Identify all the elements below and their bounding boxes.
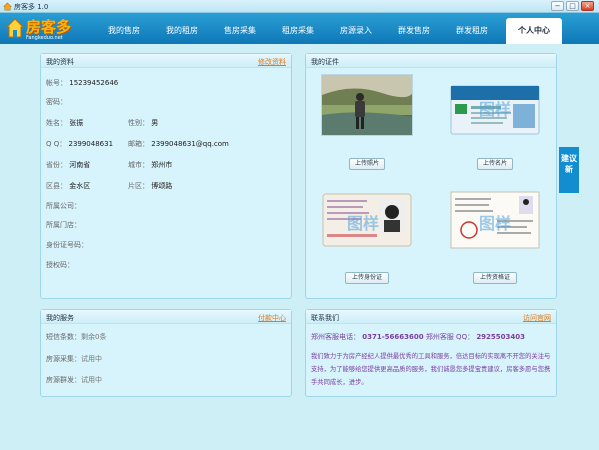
province-row: 省份： 河南省: [46, 160, 90, 170]
area-row: 片区： 博颂路: [128, 181, 172, 191]
sms-value: 剩余0条: [81, 333, 107, 341]
broadcast-value: 试用中: [81, 376, 102, 384]
payment-center-link[interactable]: 付款中心: [258, 313, 286, 323]
company-row: 所属公司：: [46, 201, 81, 211]
close-button[interactable]: ×: [581, 1, 594, 11]
documents-title: 我的证件: [311, 58, 339, 66]
logo-text: 房客多: [26, 18, 72, 36]
sms-label: 短信条数：: [46, 333, 81, 341]
tab-personal-center[interactable]: 个人中心: [506, 18, 562, 44]
district-label: 区县：: [46, 182, 67, 190]
qq-value: 2399048631: [68, 140, 114, 148]
broadcast-label: 房源群发：: [46, 376, 81, 384]
id-card-watermark: 图样: [347, 214, 380, 233]
edit-profile-link[interactable]: 修改资料: [258, 57, 286, 67]
tab-listing-entry[interactable]: 房源录入: [328, 18, 384, 44]
service-panel-header: 我的服务 付款中心: [41, 310, 291, 324]
profile-panel: 我的资料 修改资料 帐号： 15239452646 密码： 姓名： 张振 性别：…: [40, 53, 292, 299]
name-label: 姓名：: [46, 119, 67, 127]
documents-panel: 我的证件 上传照片 图样 上传名片 图样 上传身份证 图样 上传资格证: [305, 53, 557, 299]
province-value: 河南省: [69, 161, 91, 169]
tab-broadcast-rent[interactable]: 群发租房: [444, 18, 500, 44]
account-row: 帐号： 15239452646: [46, 78, 118, 88]
collect-row: 房源采集：试用中: [46, 354, 102, 364]
password-label: 密码：: [46, 98, 67, 106]
service-title: 我的服务: [46, 314, 74, 322]
visit-website-link[interactable]: 访问官网: [523, 313, 551, 323]
province-label: 省份：: [46, 161, 67, 169]
contact-panel-header: 联系我们 访问官网: [306, 310, 556, 324]
tab-sale-collect[interactable]: 售房采集: [212, 18, 268, 44]
profile-panel-header: 我的资料 修改资料: [41, 54, 291, 68]
district-row: 区县： 金水区: [46, 181, 90, 191]
qq-label: Q Q：: [46, 140, 67, 148]
email-row: 邮箱： 2399048631@qq.com: [128, 139, 229, 149]
area-value: 博颂路: [151, 182, 173, 190]
district-value: 金水区: [69, 182, 91, 190]
area-label: 片区：: [128, 182, 149, 190]
house-logo-icon: [6, 18, 24, 38]
city-value: 郑州市: [151, 161, 173, 169]
gender-row: 性别： 男: [128, 118, 158, 128]
contact-phone-row: 郑州客服电话： 0371-56663600 郑州客服 QQ： 292550340…: [311, 332, 525, 342]
contact-qq-label: 郑州客服 QQ：: [425, 333, 475, 341]
account-value: 15239452646: [69, 79, 119, 87]
tab-my-rent[interactable]: 我的租房: [154, 18, 210, 44]
window-title: 房客多 1.0: [14, 3, 49, 11]
password-row: 密码：: [46, 97, 67, 107]
upload-id-card-button[interactable]: 上传身份证: [345, 272, 389, 284]
logo: 房客多 Fangkeduo.net: [4, 16, 84, 42]
upload-business-card-button[interactable]: 上传名片: [477, 158, 513, 170]
personal-photo: [321, 74, 413, 136]
contact-panel: 联系我们 访问官网 郑州客服电话： 0371-56663600 郑州客服 QQ：…: [305, 309, 557, 397]
contact-qq-value: 2925503403: [476, 333, 526, 341]
contact-title: 联系我们: [311, 314, 339, 322]
qualification-cert-sample: 图样: [449, 190, 541, 250]
feedback-side-tab[interactable]: 建议新: [559, 147, 579, 193]
profile-title: 我的资料: [46, 58, 74, 66]
broadcast-row: 房源群发：试用中: [46, 375, 102, 385]
documents-panel-header: 我的证件: [306, 54, 556, 68]
cert-watermark: 图样: [479, 214, 512, 233]
id-card-sample: 图样: [321, 190, 413, 250]
auth-code-label: 授权码：: [46, 261, 74, 269]
email-value: 2399048631@qq.com: [151, 140, 229, 148]
qq-row: Q Q： 2399048631: [46, 139, 113, 149]
tab-my-sale[interactable]: 我的售房: [96, 18, 152, 44]
contact-description: 我们致力于为房产经纪人提供最优秀的工具和服务，倍达目标的实现离不开您的关注与支持…: [311, 353, 551, 386]
gender-label: 性别：: [128, 119, 149, 127]
tab-broadcast-sale[interactable]: 群发售房: [386, 18, 442, 44]
app-header: 房客多 Fangkeduo.net 我的售房 我的租房 售房采集 租房采集 房源…: [0, 13, 599, 44]
phone-value: 0371-56663600: [362, 333, 424, 341]
city-row: 城市： 郑州市: [128, 160, 172, 170]
store-label: 所属门店：: [46, 221, 81, 229]
service-panel: 我的服务 付款中心 短信条数：剩余0条 房源采集：试用中 房源群发：试用中: [40, 309, 292, 397]
account-label: 帐号：: [46, 79, 67, 87]
phone-label: 郑州客服电话：: [311, 333, 360, 341]
upload-qualification-button[interactable]: 上传资格证: [473, 272, 517, 284]
id-number-label: 身份证号码：: [46, 241, 88, 249]
gender-value: 男: [151, 119, 159, 127]
email-label: 邮箱：: [128, 140, 149, 148]
logo-subtext: Fangkeduo.net: [26, 35, 63, 41]
minimize-button[interactable]: −: [551, 1, 564, 11]
business-card-sample: 图样: [449, 82, 541, 138]
collect-value: 试用中: [81, 355, 102, 363]
store-row: 所属门店：: [46, 220, 81, 230]
tab-rent-collect[interactable]: 租房采集: [270, 18, 326, 44]
auth-code-row: 授权码：: [46, 260, 74, 270]
app-icon: [3, 2, 12, 11]
city-label: 城市：: [128, 161, 149, 169]
upload-photo-button[interactable]: 上传照片: [349, 158, 385, 170]
sms-row: 短信条数：剩余0条: [46, 332, 106, 342]
card-watermark: 图样: [479, 100, 512, 119]
company-label: 所属公司：: [46, 202, 81, 210]
name-value: 张振: [69, 119, 84, 127]
name-row: 姓名： 张振: [46, 118, 83, 128]
id-number-row: 身份证号码：: [46, 240, 88, 250]
window-titlebar: 房客多 1.0 − □ ×: [0, 0, 599, 13]
collect-label: 房源采集：: [46, 355, 81, 363]
maximize-button[interactable]: □: [566, 1, 579, 11]
